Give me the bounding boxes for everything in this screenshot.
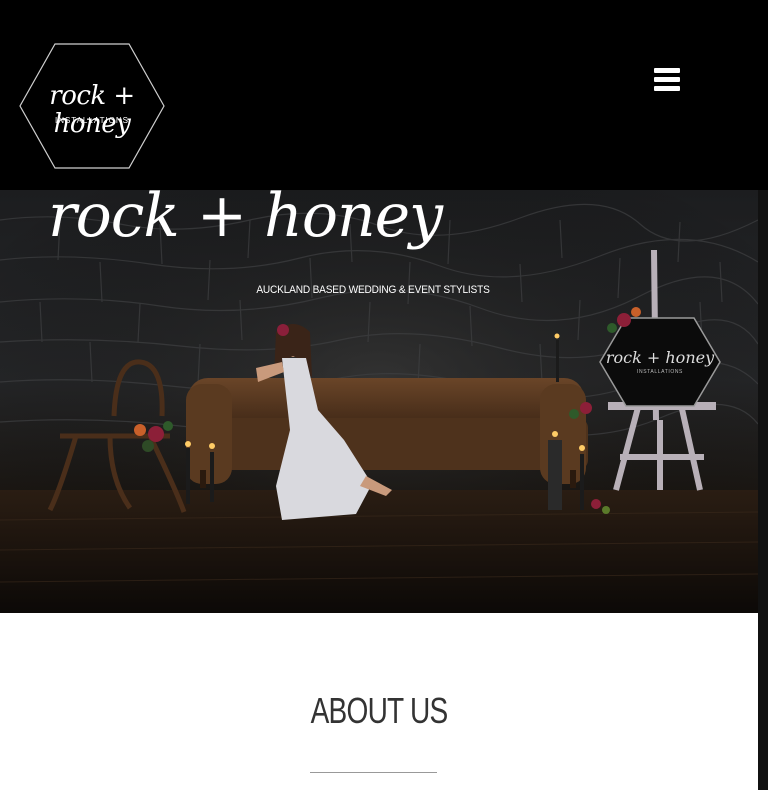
hamburger-menu-icon[interactable] <box>652 68 684 94</box>
sign-subtitle: INSTALLATIONS <box>637 369 683 375</box>
site-header: rock + honey INSTALLATIONS <box>0 0 768 190</box>
about-heading: ABOUT US <box>310 690 449 731</box>
hero-title: rock + honey <box>48 181 443 251</box>
scrollbar-track[interactable] <box>758 190 768 790</box>
sign-script-text: rock + honey <box>605 348 715 367</box>
site-logo[interactable]: rock + honey INSTALLATIONS <box>18 42 166 170</box>
logo-subtitle: INSTALLATIONS <box>54 116 130 125</box>
logo-script-text: rock + honey <box>49 81 135 139</box>
about-divider <box>310 772 437 773</box>
hero-tagline: AUCKLAND BASED WEDDING & EVENT STYLISTS <box>256 284 490 296</box>
